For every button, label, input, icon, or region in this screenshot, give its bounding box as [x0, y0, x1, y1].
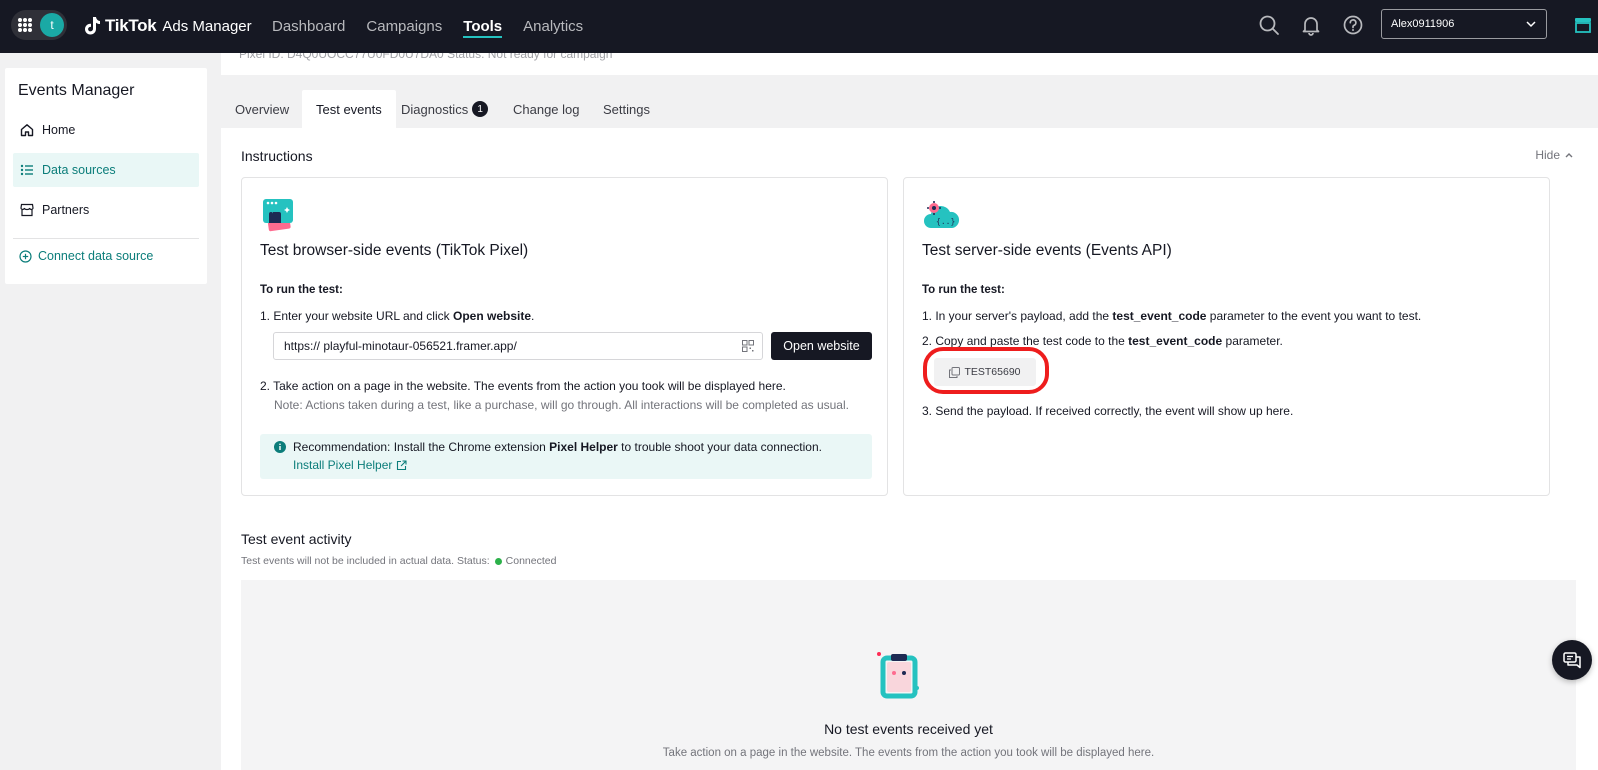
nav-analytics[interactable]: Analytics [523, 0, 583, 53]
sidebar-item-label: Data sources [42, 163, 116, 177]
apps-menu-button[interactable]: t [11, 10, 67, 40]
tiktok-ads-manager-logo[interactable]: TikTok Ads Manager [83, 13, 252, 39]
connected-status-dot [494, 557, 502, 565]
highlight-annotation-ring [923, 347, 1049, 394]
empty-state-subtitle: Take action on a page in the website. Th… [662, 747, 1155, 759]
browser-card-subtitle: To run the test: [260, 284, 343, 296]
connection-status: Connected [505, 555, 557, 567]
chat-icon [1563, 652, 1581, 669]
server-events-card: {..} Test server-side events (Events API… [903, 177, 1550, 496]
hide-instructions-button[interactable]: Hide [1535, 148, 1574, 162]
qr-code-icon[interactable] [742, 340, 754, 352]
chat-support-button[interactable] [1552, 640, 1592, 680]
tab-settings[interactable]: Settings [589, 90, 664, 128]
server-step-2: 2. Copy and paste the test code to the t… [922, 334, 1283, 348]
nav-dashboard[interactable]: Dashboard [272, 0, 345, 53]
test-event-activity-status: Test events will not be included in actu… [241, 555, 556, 567]
instructions-title: Instructions [241, 148, 313, 164]
browser-events-card: Test browser-side events (TikTok Pixel) … [241, 177, 888, 496]
test-event-activity-title: Test event activity [241, 531, 352, 547]
bell-icon[interactable] [1300, 14, 1322, 36]
store-icon[interactable] [1573, 15, 1593, 35]
pixel-header-partial: Pixel ID: D4Q0UOCC77U0FD0U7DA0 Status: N… [221, 53, 1598, 75]
info-icon [274, 441, 286, 453]
events-manager-sidebar: Events Manager Home Data sources Partner… [5, 68, 207, 284]
account-select[interactable]: Alex0911906 [1381, 9, 1547, 39]
tab-diagnostics[interactable]: Diagnostics 1 [387, 90, 502, 128]
tab-label: Change log [513, 101, 580, 117]
empty-state-title: No test events received yet [824, 721, 993, 737]
list-icon [20, 164, 33, 176]
connect-data-source-label: Connect data source [38, 249, 154, 263]
sidebar-item-label: Home [42, 123, 76, 137]
user-avatar[interactable]: t [40, 13, 64, 37]
server-step-1: 1. In your server's payload, add the tes… [922, 309, 1422, 323]
brand-name: TikTok [105, 16, 157, 35]
browser-step-1: 1. Enter your website URL and click Open… [260, 309, 535, 323]
sidebar-item-data-sources[interactable]: Data sources [13, 153, 199, 187]
product-name: Ads Manager [162, 17, 252, 35]
chevron-up-icon [1565, 153, 1573, 158]
sidebar-divider [13, 238, 199, 239]
search-icon[interactable] [1258, 14, 1280, 36]
sidebar-item-home[interactable]: Home [13, 113, 199, 147]
recommendation-box: Recommendation: Install the Chrome exten… [260, 434, 872, 479]
connect-data-source-link[interactable]: Connect data source [19, 249, 153, 263]
install-pixel-helper-label: Install Pixel Helper [293, 458, 393, 472]
apps-grid-icon [18, 18, 32, 32]
events-tabs: Overview Test events Diagnostics 1 Chang… [221, 90, 1598, 128]
browser-pixel-icon [263, 199, 293, 232]
diagnostics-count-badge: 1 [472, 101, 489, 117]
top-nav-bar: t TikTok Ads Manager Dashboard Campaigns… [0, 0, 1598, 53]
website-url-input[interactable] [273, 332, 763, 360]
store-icon [20, 203, 34, 217]
sidebar-title: Events Manager [18, 82, 135, 99]
recommendation-text: Recommendation: Install the Chrome exten… [293, 440, 822, 454]
nav-campaigns[interactable]: Campaigns [366, 0, 442, 53]
server-card-subtitle: To run the test: [922, 284, 1005, 296]
cloud-api-icon: {..} [924, 201, 960, 228]
tab-label: Diagnostics [401, 101, 469, 117]
tab-test-events[interactable]: Test events [302, 90, 396, 128]
empty-clipboard-icon [877, 652, 919, 699]
browser-card-title: Test browser-side events (TikTok Pixel) [260, 242, 529, 259]
tab-label: Test events [316, 101, 382, 117]
plus-circle-icon [19, 249, 32, 263]
chevron-down-icon [1526, 21, 1536, 28]
home-icon [20, 124, 34, 137]
tiktok-note-icon [85, 17, 100, 35]
nav-tools[interactable]: Tools [463, 0, 502, 53]
tab-change-log[interactable]: Change log [499, 90, 594, 128]
tab-label: Overview [235, 101, 290, 117]
sidebar-item-label: Partners [42, 203, 90, 217]
browser-step-2: 2. Take action on a page in the website.… [260, 379, 786, 393]
external-link-icon [397, 459, 407, 470]
tab-overview[interactable]: Overview [221, 90, 303, 128]
svg-text:{..}: {..} [936, 217, 955, 226]
server-step-3: 3. Send the payload. If received correct… [922, 404, 1294, 418]
pixel-id-status-text: Pixel ID: D4Q0UOCC77U0FD0U7DA0 Status: N… [239, 53, 613, 61]
test-events-panel: Instructions Hide Test browser-side even… [221, 128, 1598, 770]
sidebar-item-partners[interactable]: Partners [13, 193, 199, 227]
open-website-button[interactable]: Open website [771, 332, 872, 360]
tab-label: Settings [603, 101, 650, 117]
main-nav: Dashboard Campaigns Tools Analytics [272, 0, 604, 53]
account-name: Alex0911906 [1391, 18, 1455, 30]
activity-empty-panel: No test events received yet Take action … [241, 580, 1576, 770]
install-pixel-helper-link[interactable]: Install Pixel Helper [293, 458, 407, 472]
server-card-title: Test server-side events (Events API) [922, 242, 1172, 259]
activity-note: Test events will not be included in actu… [241, 555, 490, 567]
hide-label: Hide [1535, 148, 1560, 162]
help-icon[interactable] [1342, 14, 1364, 36]
browser-step-note: Note: Actions taken during a test, like … [274, 398, 849, 412]
